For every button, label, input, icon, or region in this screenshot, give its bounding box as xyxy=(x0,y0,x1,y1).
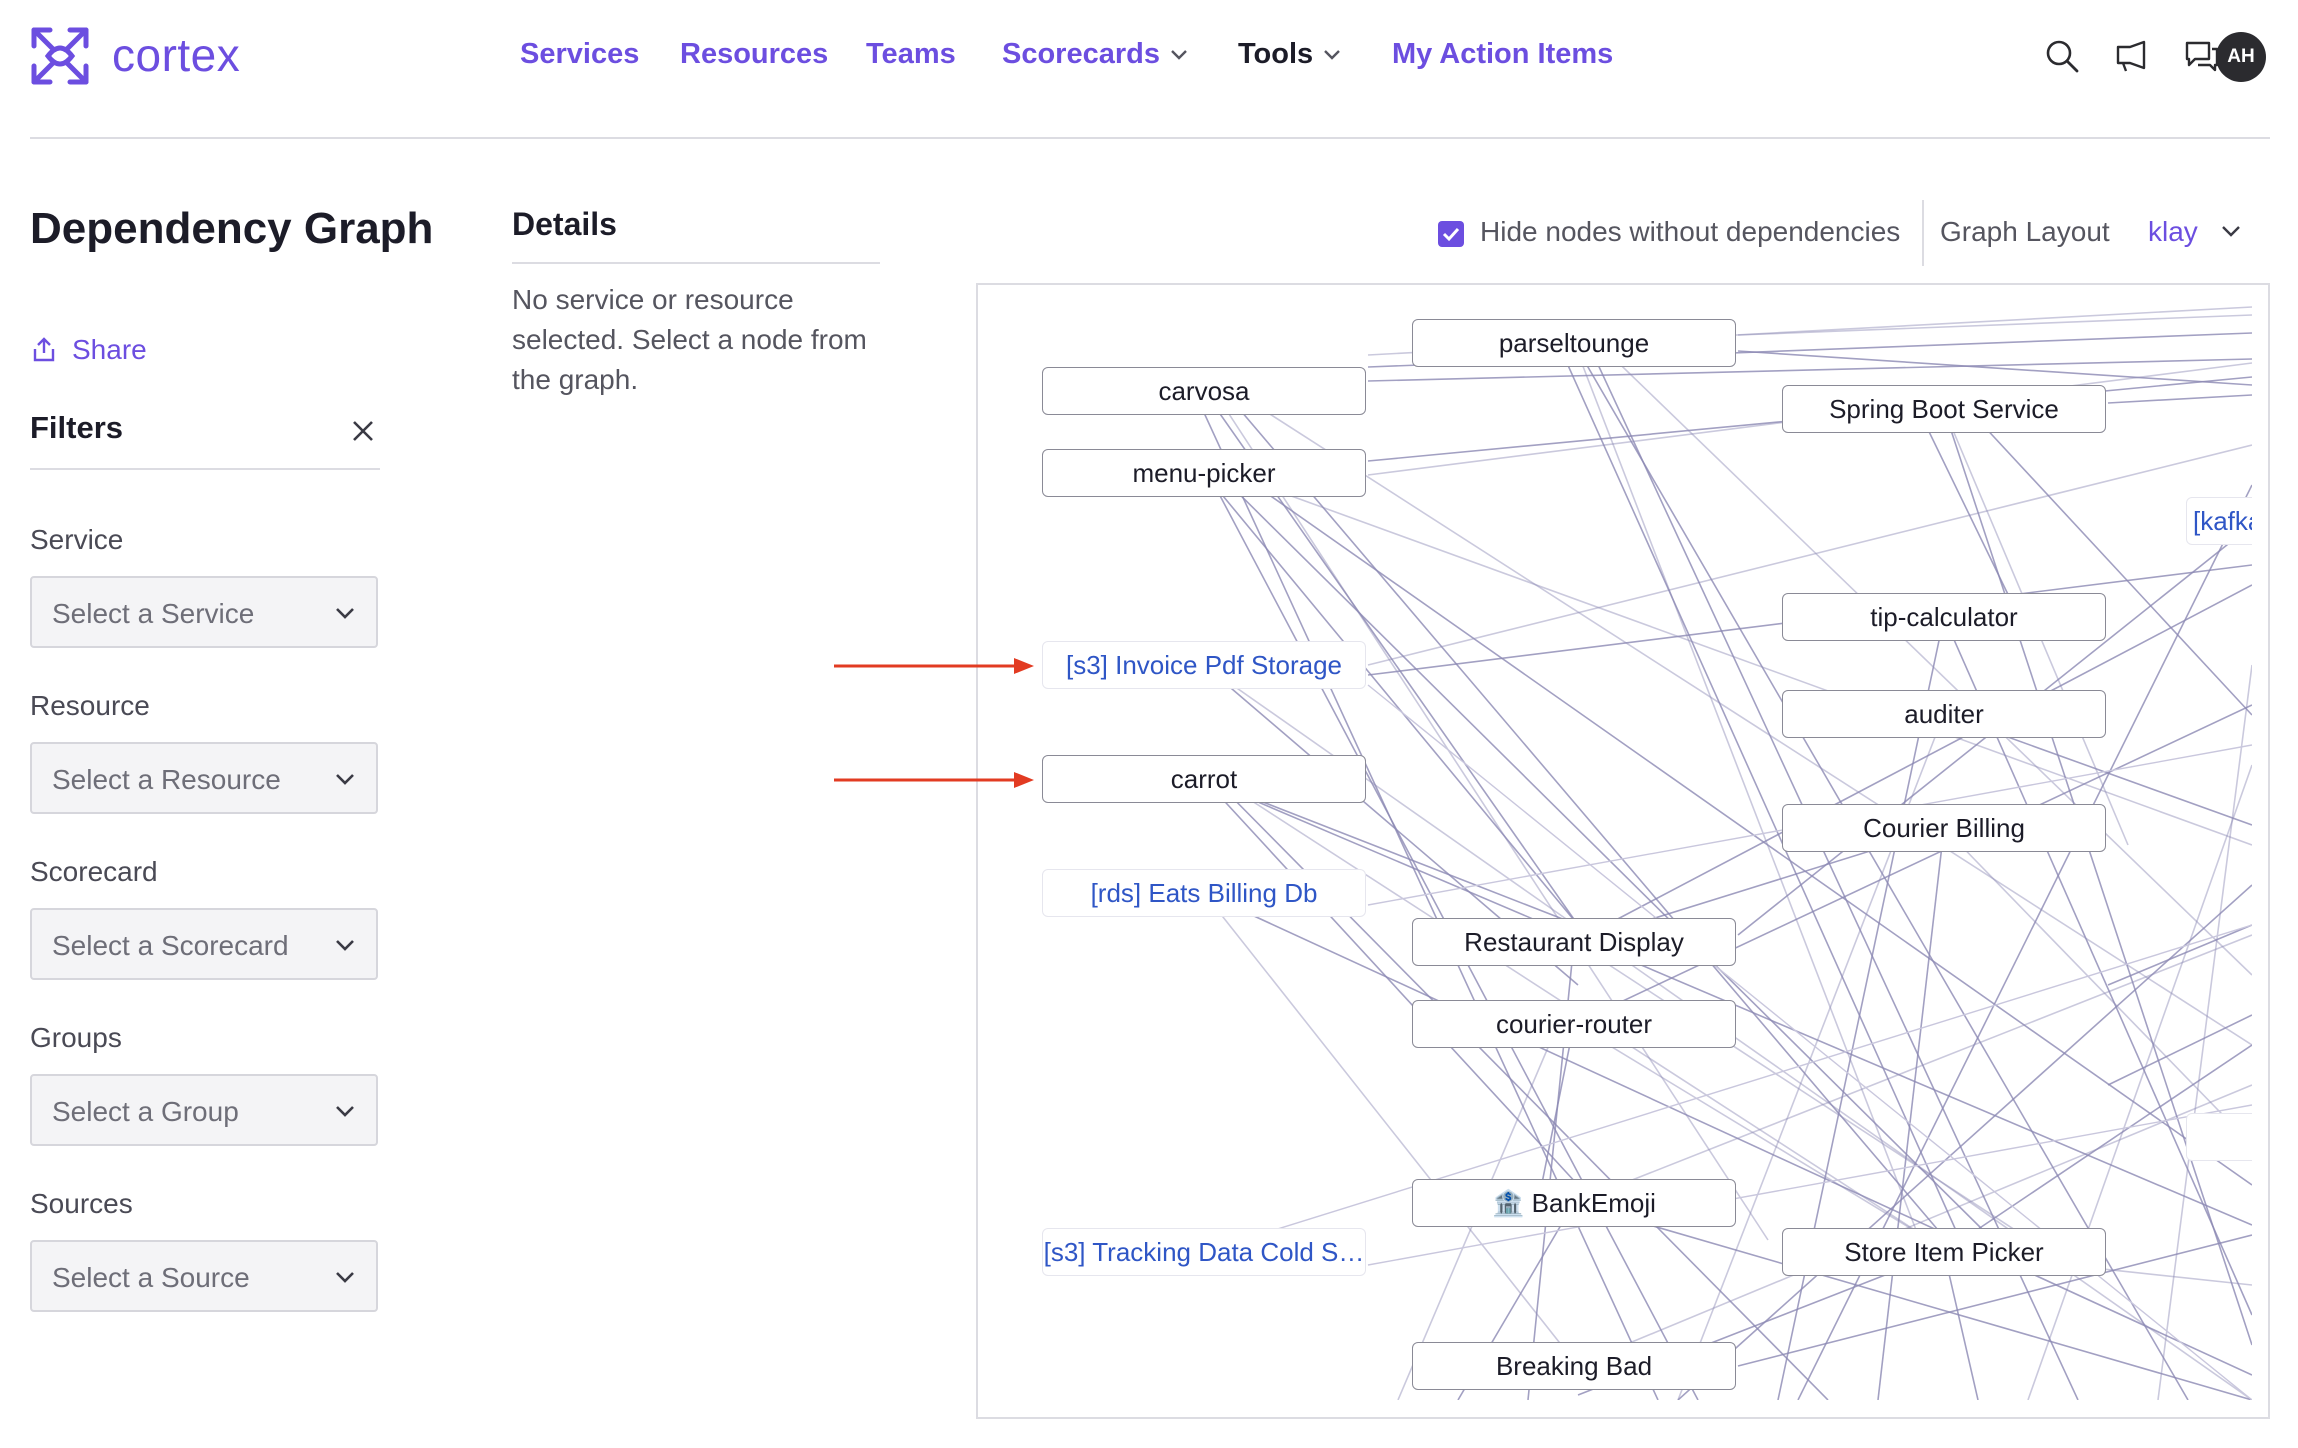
checkmark-icon xyxy=(1442,227,1460,242)
group-select[interactable]: Select a Group xyxy=(30,1074,378,1146)
share-label: Share xyxy=(72,334,147,365)
graph-layout-select[interactable]: klay xyxy=(2148,216,2198,248)
chevron-down-icon xyxy=(336,608,354,619)
page-title: Dependency Graph xyxy=(30,204,434,253)
graph-edge xyxy=(1917,408,2019,616)
cortex-logo-icon xyxy=(31,27,89,85)
nav-services[interactable]: Services xyxy=(520,38,639,71)
graph-edge xyxy=(1737,314,2252,336)
graph-node-breaking-bad[interactable]: Breaking Bad xyxy=(1412,1342,1736,1390)
nav-teams[interactable]: Teams xyxy=(866,38,956,71)
graph-layout-label: Graph Layout xyxy=(1940,216,2110,247)
nav-scorecards-label: Scorecards xyxy=(1002,38,1160,70)
details-divider xyxy=(512,262,880,264)
chevron-down-icon xyxy=(336,1106,354,1117)
graph-node-store-item-picker[interactable]: Store Item Picker xyxy=(1782,1228,2106,1276)
graph-node-eats-billing-db[interactable]: [rds] Eats Billing Db xyxy=(1042,869,1366,917)
hide-nodes-checkbox[interactable] xyxy=(1438,221,1464,247)
graph-node-bankemoji[interactable]: 🏦 BankEmoji xyxy=(1412,1179,1736,1227)
filter-service-label: Service xyxy=(30,524,124,555)
graph-node-bankemoji-label: BankEmoji xyxy=(1531,1188,1656,1218)
graph-node-parseltounge[interactable]: parseltounge xyxy=(1412,319,1736,367)
resource-select-placeholder: Select a Resource xyxy=(52,764,281,795)
graph-node-spring-boot-service[interactable]: Spring Boot Service xyxy=(1782,385,2106,433)
graph-edge xyxy=(2107,394,2252,404)
graph-node-courier-billing[interactable]: Courier Billing xyxy=(1782,804,2106,852)
filter-groups-label: Groups xyxy=(30,1022,122,1053)
chat-icon[interactable] xyxy=(2184,38,2220,74)
graph-edge xyxy=(1203,778,1579,1186)
graph-edge xyxy=(2107,1014,2252,1086)
chevron-down-icon xyxy=(1324,50,1341,61)
group-select-placeholder: Select a Group xyxy=(52,1096,239,1127)
hide-nodes-label[interactable]: Hide nodes without dependencies xyxy=(1480,216,1900,248)
graph-edge xyxy=(1573,342,1919,1236)
chevron-down-icon xyxy=(336,1272,354,1283)
close-icon[interactable] xyxy=(346,414,380,448)
graph-edge xyxy=(2027,764,2252,1400)
resource-select[interactable]: Select a Resource xyxy=(30,742,378,814)
graph-node-courier-router[interactable]: courier-router xyxy=(1412,1000,1736,1048)
nav-tools[interactable]: Tools xyxy=(1238,38,1341,71)
search-icon[interactable] xyxy=(2044,38,2080,74)
chevron-down-icon xyxy=(336,940,354,951)
graph-node-restaurant-display[interactable]: Restaurant Display xyxy=(1412,918,1736,966)
graph-node-kafka[interactable]: [kafka- xyxy=(2186,497,2252,545)
nav-scorecards[interactable]: Scorecards xyxy=(1002,38,1188,71)
graph-edge xyxy=(1677,884,2252,1400)
graph-edge xyxy=(1557,342,1959,1236)
chevron-down-icon xyxy=(1171,50,1187,61)
scorecard-select[interactable]: Select a Scorecard xyxy=(30,908,378,980)
graph-node-menu-picker[interactable]: menu-picker xyxy=(1042,449,1366,497)
app-logo-text[interactable]: cortex xyxy=(112,28,240,82)
graph-node-partial[interactable]: [ xyxy=(2186,1113,2252,1161)
annotation-arrow-icon xyxy=(834,658,1034,674)
graph-node-carvosa[interactable]: carvosa xyxy=(1042,367,1366,415)
nav-tools-label: Tools xyxy=(1238,38,1314,70)
details-empty-text: No service or resource selected. Select … xyxy=(512,284,867,395)
header-divider xyxy=(30,137,2270,139)
user-avatar[interactable]: AH xyxy=(2216,32,2266,82)
scorecard-select-placeholder: Select a Scorecard xyxy=(52,930,289,961)
megaphone-icon[interactable] xyxy=(2114,38,2150,74)
graph-edge xyxy=(2157,664,2252,1400)
filters-title: Filters xyxy=(30,410,124,445)
filter-scorecard-label: Scorecard xyxy=(30,856,158,887)
bank-icon: 🏦 xyxy=(1492,1188,1525,1218)
filter-resource-label: Resource xyxy=(30,690,150,721)
share-icon xyxy=(33,337,55,362)
graph-node-carrot[interactable]: carrot xyxy=(1042,755,1366,803)
filter-sources-label: Sources xyxy=(30,1188,133,1219)
source-select-placeholder: Select a Source xyxy=(52,1262,250,1293)
details-title: Details xyxy=(512,206,617,242)
annotation-arrow-icon xyxy=(834,772,1034,788)
graph-node-invoice-pdf-storage[interactable]: [s3] Invoice Pdf Storage xyxy=(1042,641,1366,689)
share-button[interactable]: Share xyxy=(32,334,147,366)
graph-edge xyxy=(1877,827,1945,1400)
filters-divider xyxy=(30,468,380,470)
graph-edge xyxy=(1537,1023,1575,1204)
chevron-down-icon[interactable] xyxy=(2220,220,2242,242)
service-select[interactable]: Select a Service xyxy=(30,576,378,648)
service-select-placeholder: Select a Service xyxy=(52,598,255,629)
chevron-down-icon xyxy=(336,774,354,785)
graph-node-tip-calculator[interactable]: tip-calculator xyxy=(1782,593,2106,641)
graph-node-tracking-data-cold-storage[interactable]: [s3] Tracking Data Cold S… xyxy=(1042,1228,1366,1276)
graph-edge xyxy=(1203,472,1579,926)
dependency-graph-canvas[interactable]: parseltounge carvosa Spring Boot Service… xyxy=(978,285,2252,1400)
nav-my-action-items[interactable]: My Action Items xyxy=(1392,38,1613,71)
graph-node-auditer[interactable]: auditer xyxy=(1782,690,2106,738)
nav-resources[interactable]: Resources xyxy=(680,38,828,71)
controls-divider xyxy=(1922,200,1924,266)
graph-edge xyxy=(1737,350,2252,386)
source-select[interactable]: Select a Source xyxy=(30,1240,378,1312)
